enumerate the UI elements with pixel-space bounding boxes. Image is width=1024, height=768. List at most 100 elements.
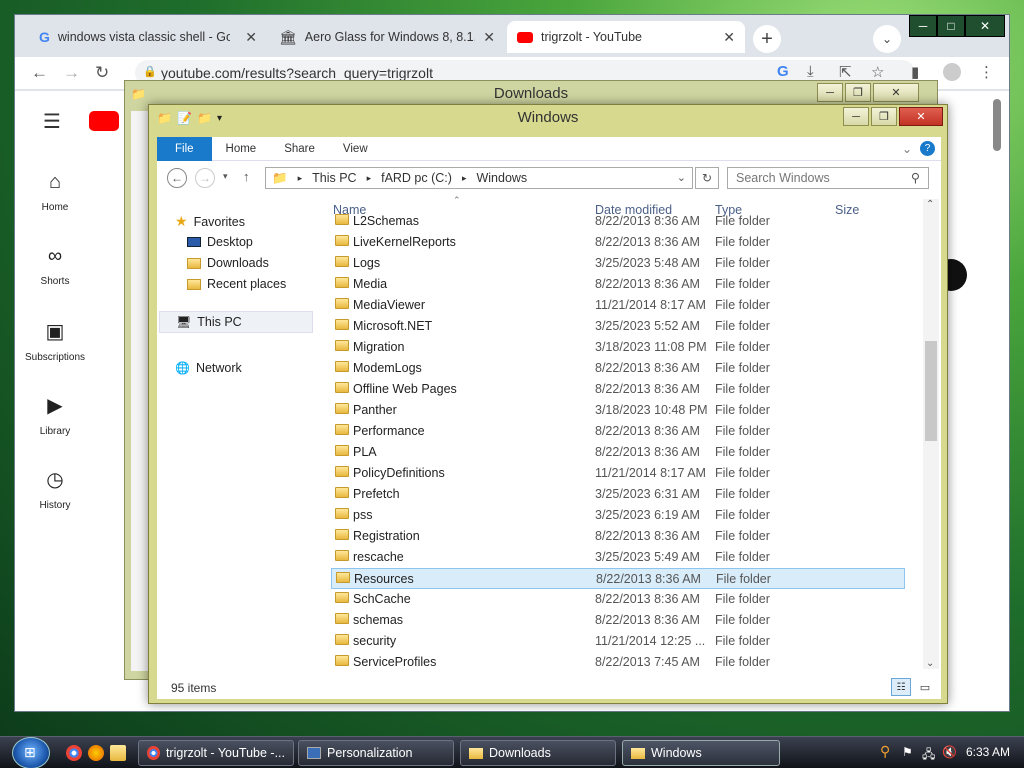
- nav-network[interactable]: 🌐 Network: [175, 361, 242, 375]
- chrome-icon[interactable]: [66, 745, 82, 761]
- tab-home[interactable]: Home: [212, 137, 271, 161]
- close-button[interactable]: ✕: [965, 15, 1005, 37]
- side-panel-icon[interactable]: ▮: [911, 63, 919, 81]
- volume-icon[interactable]: 🔇: [942, 745, 957, 759]
- up-arrow-icon[interactable]: ↑: [243, 169, 250, 184]
- yt-nav-shorts[interactable]: ∞ Shorts: [15, 245, 95, 287]
- table-row[interactable]: Microsoft.NET 3/25/2023 5:52 AM File folde…: [331, 316, 905, 337]
- nav-downloads[interactable]: Downloads: [187, 256, 269, 270]
- chevron-down-icon[interactable]: ⌄: [677, 171, 686, 184]
- table-row[interactable]: Logs 3/25/2023 5:48 AM File folder: [331, 253, 905, 274]
- table-row[interactable]: ModemLogs 8/22/2013 8:36 AM File folder: [331, 358, 905, 379]
- nav-this-pc[interactable]: 🖥 This PC: [159, 311, 313, 333]
- maximize-button[interactable]: □: [937, 15, 965, 37]
- table-row[interactable]: PLA 8/22/2013 8:36 AM File folder: [331, 442, 905, 463]
- minimize-button[interactable]: ─: [817, 83, 843, 102]
- table-row[interactable]: rescache 3/25/2023 5:49 AM File folder: [331, 547, 905, 568]
- taskbar-item-youtube[interactable]: trigrzolt - YouTube -...: [138, 740, 294, 766]
- table-row[interactable]: L2Schemas 8/22/2013 8:36 AM File folder: [331, 211, 905, 232]
- close-icon[interactable]: ✕: [245, 29, 257, 46]
- search-input[interactable]: Search Windows ⚲: [727, 167, 929, 189]
- maximize-button[interactable]: ❐: [845, 83, 871, 102]
- network-icon[interactable]: 🖧: [922, 745, 935, 766]
- minimize-button[interactable]: ─: [909, 15, 937, 37]
- table-row[interactable]: Resources 8/22/2013 8:36 AM File folder: [331, 568, 905, 589]
- page-scrollbar[interactable]: [993, 99, 1001, 151]
- table-row[interactable]: Media 8/22/2013 8:36 AM File folder: [331, 274, 905, 295]
- profile-avatar[interactable]: [943, 63, 961, 81]
- flag-icon[interactable]: ⚑: [902, 745, 913, 759]
- taskbar-item-downloads[interactable]: Downloads: [460, 740, 616, 766]
- yt-nav-history[interactable]: ◷ History: [15, 467, 95, 511]
- table-row[interactable]: pss 3/25/2023 6:19 AM File folder: [331, 505, 905, 526]
- table-row[interactable]: security 11/21/2014 12:25 ... File folder: [331, 631, 905, 652]
- breadcrumb-drive[interactable]: fARD pc (C:): [381, 171, 452, 185]
- tab-search-button[interactable]: ⌄: [873, 25, 901, 53]
- ribbon-tabs: File Home Share View ⌄ ?: [157, 136, 941, 161]
- share-icon[interactable]: ⇱: [839, 63, 852, 81]
- address-bar[interactable]: 📁 ▸ This PC ▸ fARD pc (C:) ▸ Windows ⌄: [265, 167, 693, 189]
- forward-arrow-icon[interactable]: →: [63, 63, 80, 83]
- close-button[interactable]: ✕: [899, 107, 943, 126]
- scroll-down-icon[interactable]: ⌄: [926, 658, 934, 669]
- back-arrow-icon[interactable]: ←: [167, 168, 187, 188]
- table-row[interactable]: SchCache 8/22/2013 8:36 AM File folder: [331, 589, 905, 610]
- maximize-button[interactable]: ❐: [871, 107, 897, 126]
- tab-share[interactable]: Share: [270, 137, 329, 161]
- details-view-icon[interactable]: ☷: [891, 678, 911, 696]
- start-button[interactable]: ⊞: [12, 737, 50, 768]
- hamburger-menu-icon[interactable]: ☰: [43, 109, 61, 134]
- file-explorer-icon[interactable]: [110, 745, 126, 761]
- scroll-up-icon[interactable]: ⌃: [926, 199, 934, 210]
- table-row[interactable]: LiveKernelReports 8/22/2013 8:36 AM File f…: [331, 232, 905, 253]
- nav-favorites[interactable]: ★ Favorites: [175, 213, 245, 230]
- forward-arrow-icon[interactable]: →: [195, 168, 215, 188]
- google-translate-icon[interactable]: G: [777, 63, 789, 80]
- help-icon[interactable]: ?: [920, 141, 935, 156]
- table-row[interactable]: Registration 8/22/2013 8:36 AM File folder: [331, 526, 905, 547]
- clock[interactable]: 6:33 AM: [966, 745, 1010, 759]
- youtube-logo-icon[interactable]: [89, 111, 119, 131]
- menu-kebab-icon[interactable]: ⋮: [979, 63, 994, 81]
- table-row[interactable]: MediaViewer 11/21/2014 8:17 AM File folder: [331, 295, 905, 316]
- table-row[interactable]: Offline Web Pages 8/22/2013 8:36 AM File f…: [331, 379, 905, 400]
- table-row[interactable]: Migration 3/18/2023 11:08 PM File folder: [331, 337, 905, 358]
- table-row[interactable]: Prefetch 3/25/2023 6:31 AM File folder: [331, 484, 905, 505]
- table-row[interactable]: schemas 8/22/2013 8:36 AM File folder: [331, 610, 905, 631]
- taskbar-item-windows[interactable]: Windows: [622, 740, 780, 766]
- close-icon[interactable]: ✕: [723, 29, 735, 46]
- nav-recent-places[interactable]: Recent places: [187, 277, 286, 291]
- reload-icon[interactable]: ↻: [95, 63, 109, 83]
- tab-google-search[interactable]: G windows vista classic shell - Goo ✕: [29, 21, 267, 53]
- close-button[interactable]: ✕: [873, 83, 919, 102]
- download-icon[interactable]: ⤓: [807, 63, 814, 80]
- yt-nav-home[interactable]: ⌂ Home: [15, 171, 95, 213]
- table-row[interactable]: Performance 8/22/2013 8:36 AM File folder: [331, 421, 905, 442]
- tab-view[interactable]: View: [329, 137, 382, 161]
- refresh-icon[interactable]: ↻: [695, 167, 719, 189]
- vertical-scrollbar[interactable]: ⌃ ⌄: [923, 199, 939, 669]
- recent-locations-icon[interactable]: ▾: [223, 171, 228, 182]
- scrollbar-thumb[interactable]: [925, 341, 937, 441]
- yt-nav-subscriptions[interactable]: ▣ Subscriptions: [15, 319, 95, 363]
- firefox-icon[interactable]: [88, 745, 104, 761]
- new-tab-button[interactable]: +: [753, 25, 781, 53]
- tab-file[interactable]: File: [157, 136, 212, 161]
- close-icon[interactable]: ✕: [483, 29, 495, 46]
- nav-desktop[interactable]: Desktop: [187, 235, 253, 249]
- minimize-button[interactable]: ─: [843, 107, 869, 126]
- back-arrow-icon[interactable]: ←: [31, 63, 48, 83]
- large-icons-view-icon[interactable]: ▭: [915, 678, 935, 696]
- chevron-down-icon[interactable]: ⌄: [902, 142, 912, 156]
- search-icon[interactable]: ⚲: [880, 743, 890, 760]
- taskbar-item-personalization[interactable]: Personalization: [298, 740, 454, 766]
- bookmark-star-icon[interactable]: ☆: [871, 63, 884, 81]
- table-row[interactable]: PolicyDefinitions 11/21/2014 8:17 AM File …: [331, 463, 905, 484]
- tab-youtube[interactable]: trigrzolt - YouTube ✕: [507, 21, 745, 53]
- table-row[interactable]: ServiceProfiles 8/22/2013 7:45 AM File fol…: [331, 652, 905, 673]
- tab-aero-glass[interactable]: 🏛 Aero Glass for Windows 8, 8.1, an ✕: [269, 21, 505, 53]
- breadcrumb-windows[interactable]: Windows: [476, 171, 527, 185]
- yt-nav-library[interactable]: ▶ Library: [15, 393, 95, 437]
- breadcrumb-this-pc[interactable]: This PC: [312, 171, 356, 185]
- table-row[interactable]: Panther 3/18/2023 10:48 PM File folder: [331, 400, 905, 421]
